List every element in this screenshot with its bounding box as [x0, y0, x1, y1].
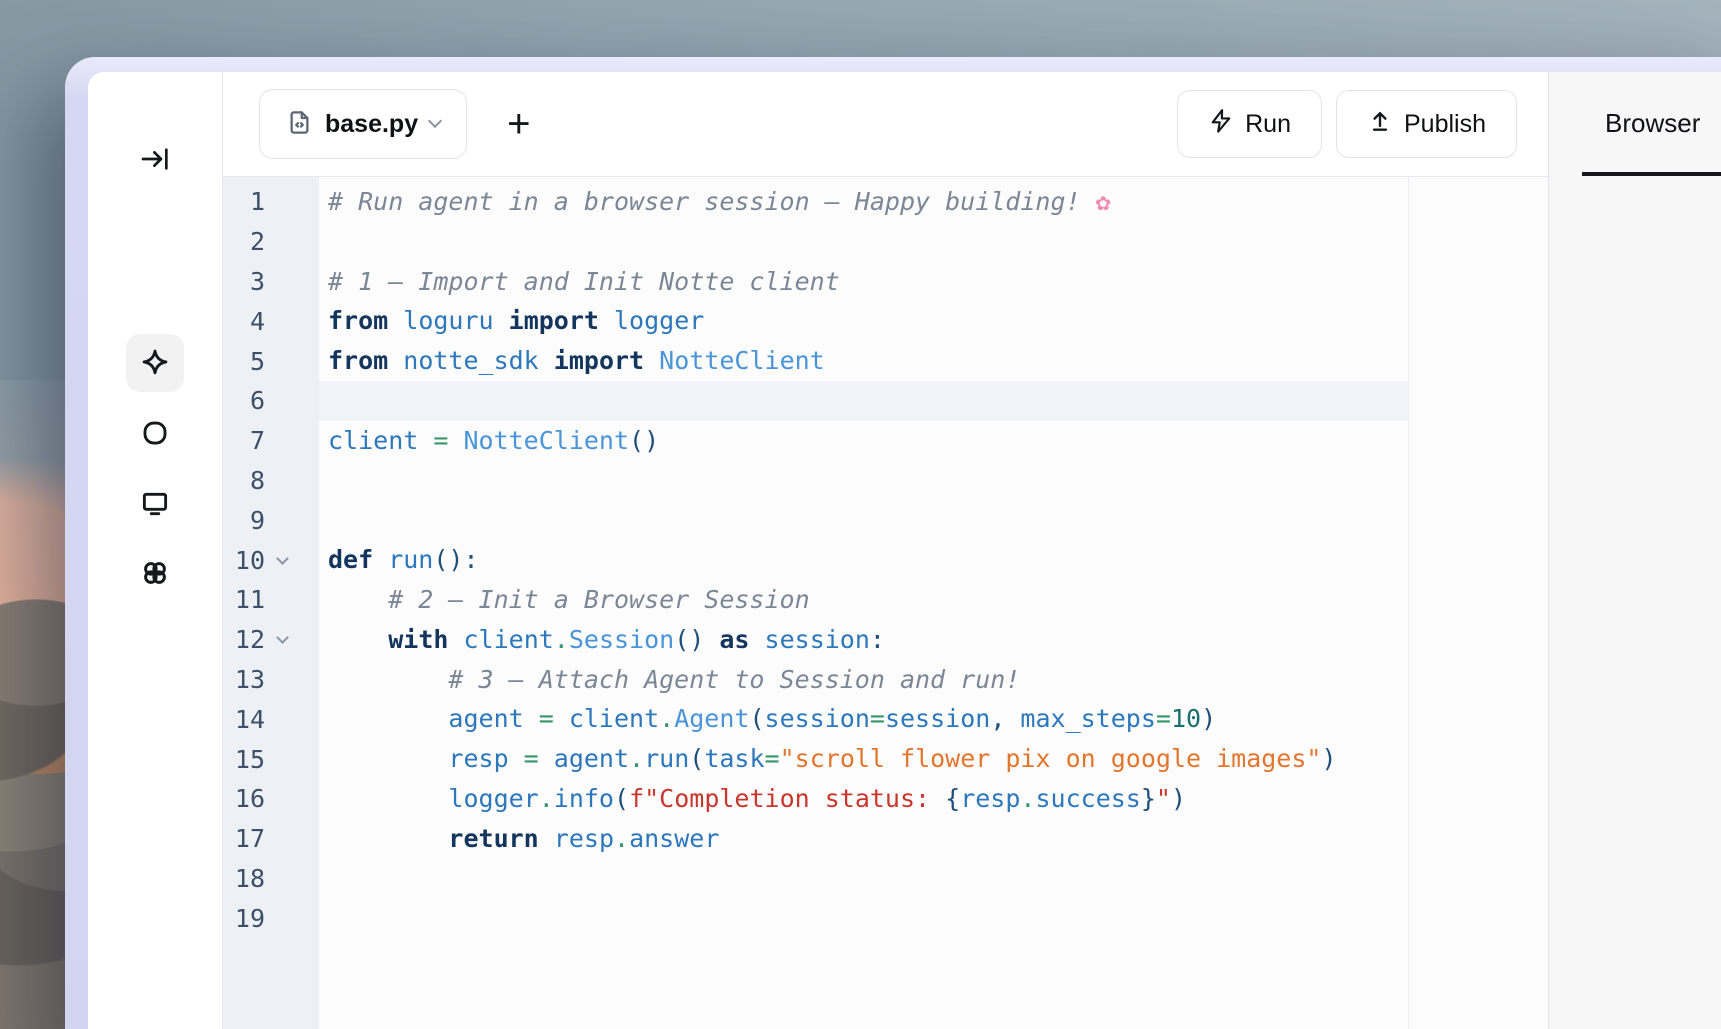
run-button-label: Run	[1245, 110, 1291, 139]
gutter-row: 16	[231, 779, 319, 819]
sidebar	[88, 72, 223, 1029]
code-line[interactable]: agent = client.Agent(session=session, ma…	[328, 699, 1408, 739]
monitor-icon	[140, 488, 170, 518]
editor-right-gap	[1409, 177, 1548, 1029]
line-number: 11	[231, 585, 265, 614]
gutter-row: 11	[231, 580, 319, 620]
app-window: base.py + Run	[65, 57, 1721, 1029]
gutter-row: 12	[231, 620, 319, 660]
line-number: 16	[231, 784, 265, 813]
gutter-row: 14	[231, 699, 319, 739]
sidebar-item-agent[interactable]	[126, 334, 184, 392]
collapse-panel-button[interactable]	[126, 130, 184, 188]
fold-chevron-icon[interactable]	[276, 552, 289, 565]
squircle-icon	[140, 418, 170, 448]
line-number: 8	[231, 466, 265, 495]
code-line[interactable]: resp = agent.run(task="scroll flower pix…	[328, 739, 1408, 779]
line-number: 18	[231, 864, 265, 893]
code-line[interactable]: # Run agent in a browser session — Happy…	[328, 182, 1408, 222]
line-number: 17	[231, 824, 265, 853]
line-number: 7	[231, 426, 265, 455]
code-line[interactable]: client = NotteClient()	[328, 421, 1408, 461]
sidebar-item-workflows[interactable]	[126, 544, 184, 602]
sparkle-icon	[139, 347, 171, 379]
file-code-icon	[286, 109, 313, 139]
line-number: 1	[231, 187, 265, 216]
gutter-row: 19	[231, 898, 319, 938]
code-line[interactable]: from loguru import logger	[328, 301, 1408, 341]
line-number: 2	[231, 227, 265, 256]
chevron-down-icon	[428, 114, 442, 128]
tab-browser[interactable]: Browser	[1605, 108, 1700, 139]
run-button[interactable]: Run	[1177, 90, 1322, 158]
code-line[interactable]: # 2 — Init a Browser Session	[328, 580, 1408, 620]
line-number: 12	[231, 625, 265, 654]
line-number: 4	[231, 307, 265, 336]
gutter-row: 8	[231, 461, 319, 501]
file-tab-label: base.py	[325, 110, 418, 139]
gutter: 12345678910111213141516171819	[223, 177, 319, 1029]
browser-panel-header: Browser	[1549, 72, 1721, 177]
gutter-row: 9	[231, 500, 319, 540]
code-line[interactable]: return resp.answer	[328, 819, 1408, 859]
line-number: 13	[231, 665, 265, 694]
browser-panel: Browser	[1549, 72, 1721, 1029]
gutter-row: 3	[231, 262, 319, 302]
gutter-row: 18	[231, 859, 319, 899]
fold-chevron-icon[interactable]	[276, 631, 289, 644]
code-line[interactable]	[328, 859, 1408, 899]
sidebar-item-sessions[interactable]	[126, 404, 184, 462]
code-line[interactable]: def run():	[328, 540, 1408, 580]
editor-column: base.py + Run	[223, 72, 1549, 1029]
code-line[interactable]	[328, 500, 1408, 540]
arrow-to-bar-collapse-icon	[139, 143, 171, 175]
upload-icon	[1367, 108, 1393, 141]
code-line[interactable]: # 1 — Import and Init Notte client	[328, 262, 1408, 302]
new-file-button[interactable]: +	[501, 104, 536, 144]
line-number: 14	[231, 705, 265, 734]
gutter-row: 13	[231, 660, 319, 700]
code-line[interactable]: logger.info(f"Completion status: {resp.s…	[328, 779, 1408, 819]
line-number: 5	[231, 347, 265, 376]
lightning-icon	[1208, 108, 1234, 141]
gutter-row: 17	[231, 819, 319, 859]
line-number: 6	[231, 386, 265, 415]
code-line[interactable]	[328, 222, 1408, 262]
line-number: 19	[231, 904, 265, 933]
line-number: 3	[231, 267, 265, 296]
gutter-row: 7	[231, 421, 319, 461]
line-number: 15	[231, 745, 265, 774]
app-content: base.py + Run	[88, 72, 1721, 1029]
browser-panel-body	[1549, 177, 1721, 1029]
gutter-row: 1	[231, 182, 319, 222]
active-tab-indicator	[1582, 172, 1721, 176]
publish-button[interactable]: Publish	[1336, 90, 1517, 158]
gutter-row: 10	[231, 540, 319, 580]
line-number: 9	[231, 506, 265, 535]
code-line[interactable]: # 3 — Attach Agent to Session and run!	[328, 660, 1408, 700]
code-line-active[interactable]	[319, 381, 1408, 421]
desktop-background: base.py + Run	[0, 0, 1721, 1029]
gutter-row: 15	[231, 739, 319, 779]
gutter-row: 2	[231, 222, 319, 262]
gutter-row: 6	[231, 381, 319, 421]
code-line[interactable]: from notte_sdk import NotteClient	[328, 341, 1408, 381]
publish-button-label: Publish	[1404, 110, 1486, 139]
toolbar: base.py + Run	[223, 72, 1548, 177]
gutter-row: 5	[231, 341, 319, 381]
code-pane[interactable]: # Run agent in a browser session — Happy…	[319, 177, 1409, 1029]
code-editor: 12345678910111213141516171819 # Run agen…	[223, 177, 1548, 1029]
sidebar-icon-group	[126, 334, 184, 602]
file-tab[interactable]: base.py	[259, 89, 467, 159]
code-line[interactable]	[328, 898, 1408, 938]
clover-icon	[140, 558, 170, 588]
code-line[interactable]: with client.Session() as session:	[328, 620, 1408, 660]
line-number: 10	[231, 546, 265, 575]
code-line[interactable]	[328, 461, 1408, 501]
sidebar-item-browser[interactable]	[126, 474, 184, 532]
gutter-row: 4	[231, 301, 319, 341]
